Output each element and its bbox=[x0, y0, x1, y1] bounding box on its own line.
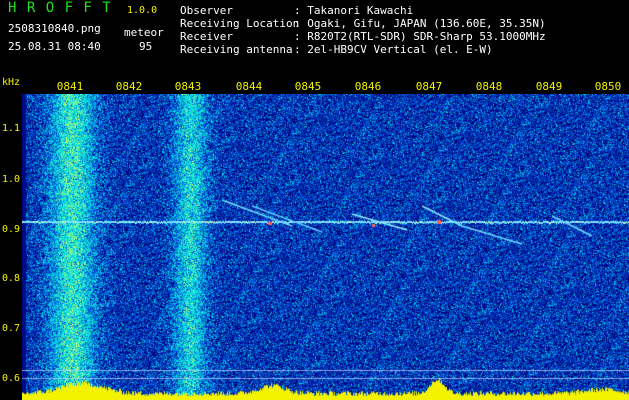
x-tick: 0841 bbox=[56, 80, 84, 93]
app-version: 1.0.0 bbox=[127, 5, 158, 16]
info-label-antenna: Receiving antenna bbox=[180, 43, 293, 56]
info-value-receiver: : R820T2(RTL-SDR) SDR-Sharp 53.1000MHz bbox=[294, 30, 546, 43]
spectrogram-canvas bbox=[22, 94, 629, 400]
y-tick: 0.6 bbox=[1, 373, 20, 384]
filename-label: 2508310840.png bbox=[8, 22, 101, 35]
axis-unit-label: kHz bbox=[2, 77, 21, 88]
info-label-observer: Observer bbox=[180, 4, 233, 17]
info-label-location: Receiving Location bbox=[180, 17, 300, 30]
x-tick: 0850 bbox=[594, 80, 622, 93]
x-tick: 0842 bbox=[115, 80, 143, 93]
info-value-location: : Ogaki, Gifu, JAPAN (136.60E, 35.35N) bbox=[294, 17, 546, 30]
meteor-count: 95 bbox=[139, 40, 153, 53]
x-tick: 0847 bbox=[415, 80, 443, 93]
info-value-antenna: : 2el-HB9CV Vertical (el. E-W) bbox=[294, 43, 493, 56]
y-tick: 0.7 bbox=[1, 323, 20, 334]
info-value-observer: : Takanori Kawachi bbox=[294, 4, 414, 17]
y-tick: 1.0 bbox=[1, 174, 20, 185]
x-tick: 0844 bbox=[235, 80, 263, 93]
x-tick: 0845 bbox=[294, 80, 322, 93]
x-tick: 0843 bbox=[174, 80, 202, 93]
datetime-label: 25.08.31 08:40 bbox=[8, 40, 101, 53]
meteor-label: meteor bbox=[124, 26, 164, 39]
y-tick: 0.8 bbox=[1, 273, 20, 284]
app-title: H R O F F T bbox=[8, 0, 112, 16]
info-label-receiver: Receiver bbox=[180, 30, 233, 43]
x-tick: 0848 bbox=[475, 80, 503, 93]
y-tick: 1.1 bbox=[1, 123, 20, 134]
y-tick: 0.9 bbox=[1, 224, 20, 235]
x-tick: 0849 bbox=[535, 80, 563, 93]
x-tick: 0846 bbox=[354, 80, 382, 93]
